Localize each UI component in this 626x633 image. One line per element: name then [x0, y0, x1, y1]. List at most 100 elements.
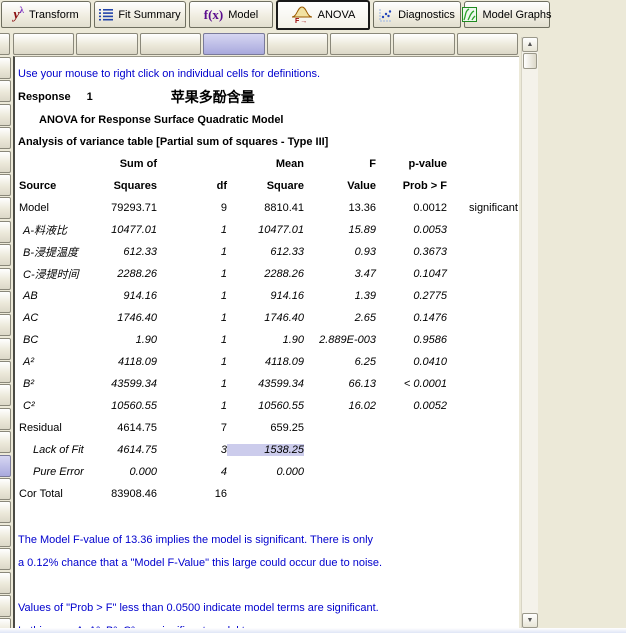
mean-square-cell[interactable]: 43599.34: [227, 378, 304, 390]
table-row[interactable]: B-浸提温度 612.33 1 612.33 0.93 0.3673: [18, 241, 519, 263]
table-row[interactable]: B² 43599.34 1 43599.34 66.13 < 0.0001: [18, 373, 519, 395]
tab-diagnostics[interactable]: Diagnostics: [373, 1, 461, 28]
node-button[interactable]: [0, 244, 11, 267]
source-cell[interactable]: Residual: [18, 422, 90, 434]
bookmark-button[interactable]: [266, 33, 328, 55]
node-button[interactable]: [0, 290, 11, 313]
mean-square-cell[interactable]: 4118.09: [227, 356, 304, 368]
p-value-cell[interactable]: 0.2775: [376, 290, 447, 302]
table-row[interactable]: A² 4118.09 1 4118.09 6.25 0.0410: [18, 351, 519, 373]
node-button[interactable]: [0, 103, 11, 126]
node-button[interactable]: [0, 197, 11, 220]
df-cell[interactable]: 7: [157, 422, 227, 434]
table-row[interactable]: Pure Error 0.000 4 0.000: [18, 461, 519, 483]
f-value-cell[interactable]: 13.36: [304, 202, 376, 214]
df-cell[interactable]: 1: [157, 400, 227, 412]
node-button[interactable]: [0, 80, 11, 103]
f-value-cell[interactable]: 1.39: [304, 290, 376, 302]
f-value-cell[interactable]: 0.93: [304, 246, 376, 258]
table-row[interactable]: Lack of Fit 4614.75 3 1538.25: [18, 439, 519, 461]
mean-square-cell[interactable]: 10477.01: [227, 224, 304, 236]
df-cell[interactable]: 1: [157, 312, 227, 324]
node-button[interactable]: [0, 571, 11, 594]
sum-of-squares-cell[interactable]: 612.33: [90, 246, 157, 258]
tab-transform[interactable]: yλ Transform: [1, 1, 91, 28]
f-value-cell[interactable]: 66.13: [304, 378, 376, 390]
mean-square-cell[interactable]: 659.25: [227, 422, 304, 434]
mean-square-cell[interactable]: 612.33: [227, 246, 304, 258]
p-value-cell[interactable]: 0.1047: [376, 268, 447, 280]
node-button[interactable]: [0, 524, 11, 547]
source-cell[interactable]: B²: [18, 378, 90, 390]
tab-fit-summary[interactable]: Fit Summary: [94, 1, 186, 28]
tab-model[interactable]: f(x) Model: [189, 1, 273, 28]
tab-model-graphs[interactable]: Model Graphs: [462, 1, 552, 28]
df-cell[interactable]: 1: [157, 268, 227, 280]
source-cell[interactable]: Model: [18, 202, 90, 214]
node-button[interactable]: [0, 267, 11, 290]
f-value-cell[interactable]: 6.25: [304, 356, 376, 368]
sum-of-squares-cell[interactable]: 79293.71: [90, 202, 157, 214]
bookmark-button-stub[interactable]: [0, 33, 10, 55]
mean-square-cell[interactable]: 914.16: [227, 290, 304, 302]
p-value-cell[interactable]: < 0.0001: [376, 378, 447, 390]
scroll-down-button[interactable]: ▼: [522, 613, 538, 628]
table-row[interactable]: Model 79293.71 9 8810.41 13.36 0.0012 signific…: [18, 197, 519, 219]
bookmark-button[interactable]: [13, 33, 75, 55]
table-row[interactable]: AB 914.16 1 914.16 1.39 0.2775: [18, 285, 519, 307]
sum-of-squares-cell[interactable]: 4118.09: [90, 356, 157, 368]
source-cell[interactable]: AB: [18, 290, 90, 302]
node-button[interactable]: [0, 594, 11, 617]
node-button[interactable]: [0, 548, 11, 571]
sum-of-squares-cell[interactable]: 914.16: [90, 290, 157, 302]
sum-of-squares-cell[interactable]: 4614.75: [90, 422, 157, 434]
sum-of-squares-cell[interactable]: 2288.26: [90, 268, 157, 280]
df-cell[interactable]: 16: [157, 488, 227, 500]
df-cell[interactable]: 4: [157, 466, 227, 478]
mean-square-cell[interactable]: 10560.55: [227, 400, 304, 412]
table-row[interactable]: C² 10560.55 1 10560.55 16.02 0.0052: [18, 395, 519, 417]
node-button[interactable]: [0, 431, 11, 454]
df-cell[interactable]: 1: [157, 246, 227, 258]
f-value-cell[interactable]: 2.65: [304, 312, 376, 324]
bookmark-button[interactable]: [329, 33, 392, 55]
node-button[interactable]: [0, 407, 11, 430]
sum-of-squares-cell[interactable]: 10560.55: [90, 400, 157, 412]
p-value-cell[interactable]: 0.0052: [376, 400, 447, 412]
node-button[interactable]: [0, 173, 11, 196]
bookmark-button[interactable]: [393, 33, 455, 55]
bookmark-button[interactable]: [139, 33, 202, 55]
tab-anova[interactable]: F→ ANOVA: [276, 0, 370, 30]
node-button[interactable]: [0, 361, 11, 384]
sum-of-squares-cell[interactable]: 4614.75: [90, 444, 157, 456]
table-row[interactable]: Cor Total 83908.46 16: [18, 483, 519, 505]
p-value-cell[interactable]: 0.9586: [376, 334, 447, 346]
source-cell[interactable]: Pure Error: [18, 466, 90, 478]
source-cell[interactable]: BC: [18, 334, 90, 346]
mean-square-cell[interactable]: 0.000: [227, 466, 304, 478]
sum-of-squares-cell[interactable]: 1746.40: [90, 312, 157, 324]
table-row[interactable]: C-浸提时间 2288.26 1 2288.26 3.47 0.1047: [18, 263, 519, 285]
vertical-scrollbar[interactable]: ▲ ▼: [521, 37, 538, 628]
source-cell[interactable]: A-料液比: [18, 222, 90, 238]
f-value-cell[interactable]: 3.47: [304, 268, 376, 280]
scrollbar-thumb[interactable]: [523, 53, 537, 69]
p-value-cell[interactable]: 0.0012: [376, 202, 447, 214]
p-value-cell[interactable]: 0.1476: [376, 312, 447, 324]
node-button[interactable]: [0, 57, 11, 79]
node-button[interactable]: [0, 384, 11, 407]
source-cell[interactable]: Cor Total: [18, 488, 90, 500]
source-cell[interactable]: B-浸提温度: [18, 244, 90, 260]
source-cell[interactable]: A²: [18, 356, 90, 368]
df-cell[interactable]: 9: [157, 202, 227, 214]
sum-of-squares-cell[interactable]: 83908.46: [90, 488, 157, 500]
mean-square-cell[interactable]: 2288.26: [227, 268, 304, 280]
node-button[interactable]: [0, 127, 11, 150]
table-row[interactable]: A-料液比 10477.01 1 10477.01 15.89 0.0053: [18, 219, 519, 241]
sum-of-squares-cell[interactable]: 0.000: [90, 466, 157, 478]
node-button[interactable]: [0, 501, 11, 524]
df-cell[interactable]: 3: [157, 444, 227, 456]
p-value-cell[interactable]: 0.0053: [376, 224, 447, 236]
bookmark-button[interactable]: [76, 33, 138, 55]
table-row[interactable]: BC 1.90 1 1.90 2.889E-003 0.9586: [18, 329, 519, 351]
